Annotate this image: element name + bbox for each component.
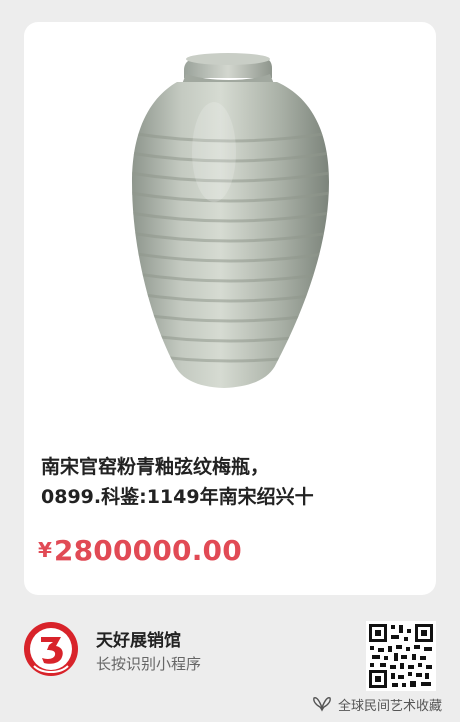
currency-symbol: ¥ <box>38 538 52 562</box>
product-title-line-2: 0899.科鉴:1149年南宋绍兴十 <box>41 486 314 508</box>
product-price: ¥2800000.00 <box>38 534 242 567</box>
price-amount: 2800000.00 <box>53 534 242 567</box>
product-image[interactable] <box>24 22 436 442</box>
shop-logo-3-icon[interactable] <box>22 620 80 678</box>
shop-name: 天好展销馆 <box>96 631 181 651</box>
long-press-hint: 长按识别小程序 <box>96 655 202 673</box>
product-title[interactable]: 南宋官窑粉青釉弦纹梅瓶， 0899.科鉴:1149年南宋绍兴十 <box>41 452 421 512</box>
product-card[interactable]: 南宋官窑粉青釉弦纹梅瓶， 0899.科鉴:1149年南宋绍兴十 ¥2800000… <box>24 22 436 595</box>
qr-code-icon[interactable] <box>366 621 436 691</box>
wechat-channel-icon <box>313 697 331 712</box>
celadon-vase-image <box>132 53 329 388</box>
product-title-line-1: 南宋官窑粉青釉弦纹梅瓶， <box>41 456 270 478</box>
watermark-text: 全球民间艺术收藏 <box>337 698 442 714</box>
mini-program-footer[interactable]: 天好展销馆 长按识别小程序 全球民间艺术收藏 <box>0 605 460 722</box>
watermark: 全球民间艺术收藏 <box>312 694 442 714</box>
